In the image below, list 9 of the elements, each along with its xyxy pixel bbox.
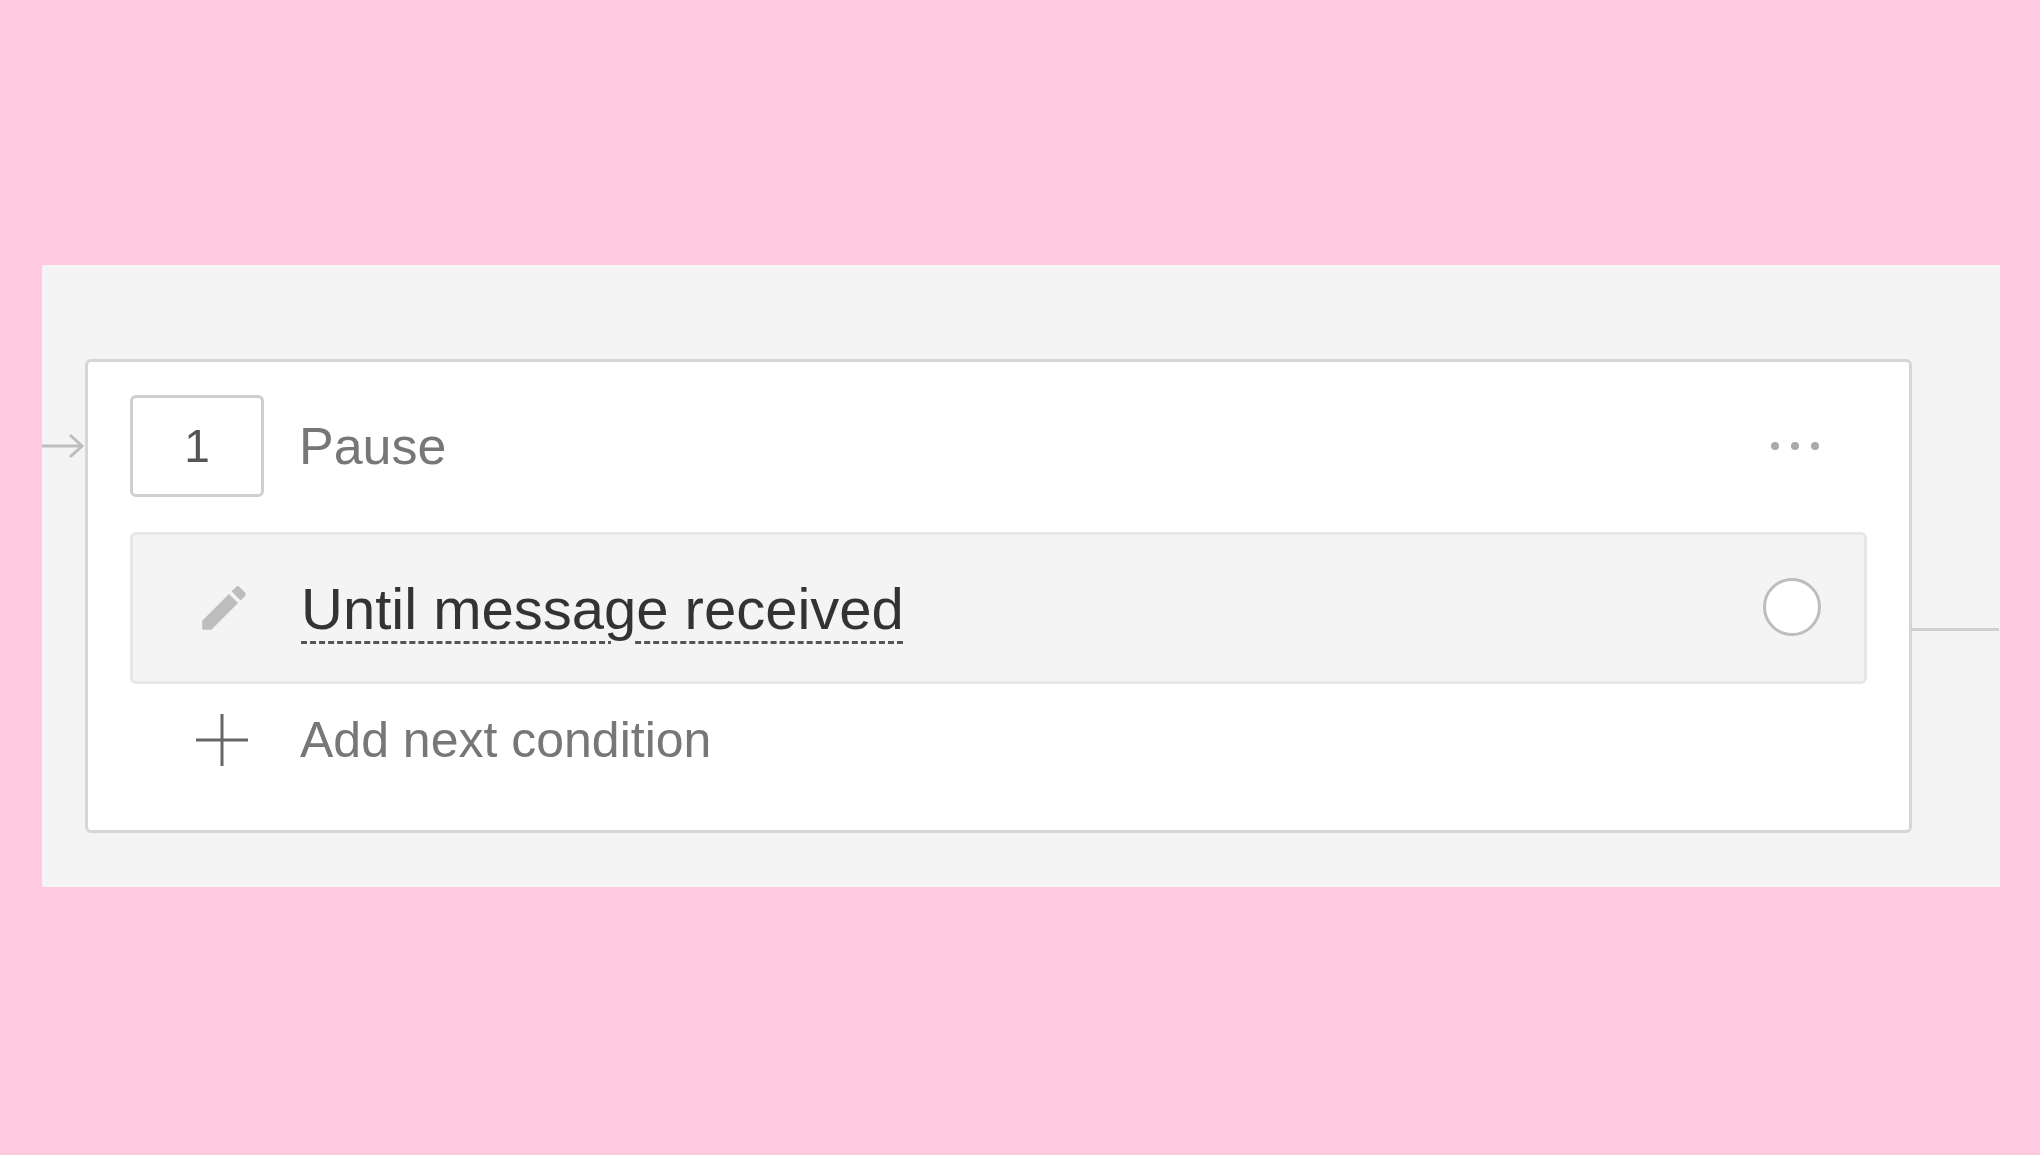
incoming-arrow-icon bbox=[42, 431, 85, 461]
add-condition-button[interactable]: Add next condition bbox=[300, 702, 712, 778]
plus-icon[interactable] bbox=[196, 714, 248, 766]
step-title: Pause bbox=[299, 416, 447, 477]
connector-handle[interactable] bbox=[1763, 578, 1821, 636]
condition-row[interactable]: Until message received bbox=[130, 532, 1867, 684]
more-options-icon[interactable] bbox=[1771, 440, 1819, 452]
step-number: 1 bbox=[130, 395, 264, 497]
condition-link[interactable]: Until message received bbox=[301, 564, 904, 652]
